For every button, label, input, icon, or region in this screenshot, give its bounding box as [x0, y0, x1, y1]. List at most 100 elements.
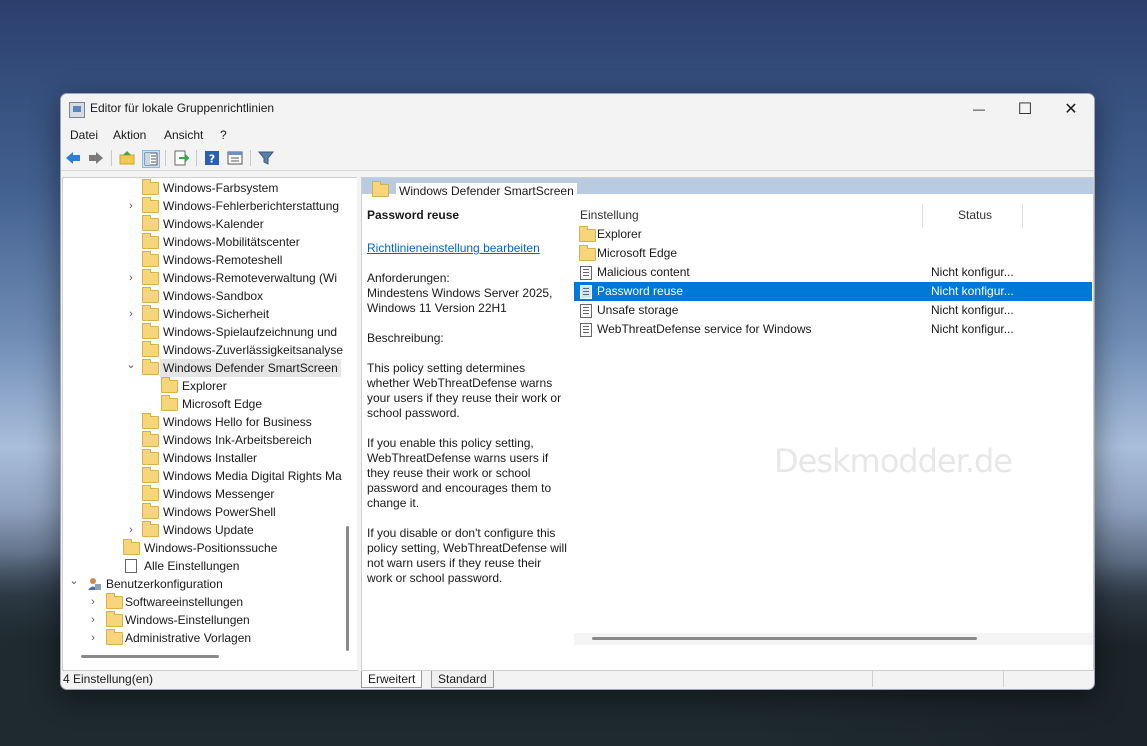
folder-icon: [161, 377, 178, 393]
tree-item[interactable]: Windows-Spielaufzeichnung und: [63, 323, 346, 341]
tree-pane[interactable]: Windows-Farbsystem › Windows-Fehlerbericht…: [62, 177, 358, 671]
list-row-name: Password reuse: [597, 284, 684, 298]
window-title: Editor für lokale Gruppenrichtlinien: [90, 101, 275, 115]
folder-icon: [142, 179, 159, 195]
tree-item[interactable]: Windows Messenger: [63, 485, 346, 503]
tree-item[interactable]: › Windows-Remoteverwaltung (Wi: [63, 269, 346, 287]
chevron-right-icon[interactable]: ›: [88, 593, 98, 611]
menu-view[interactable]: Ansicht: [164, 128, 203, 142]
list-header: Einstellung Status: [574, 200, 1093, 228]
back-icon[interactable]: [65, 150, 81, 166]
tree-item[interactable]: Windows-Farbsystem: [63, 179, 346, 197]
folder-icon: [142, 467, 159, 483]
filter-icon[interactable]: [258, 150, 274, 166]
column-header-setting[interactable]: Einstellung: [580, 208, 639, 222]
title-bar[interactable]: Editor für lokale Gruppenrichtlinien — ☐…: [61, 94, 1094, 124]
tree-item[interactable]: Alle Einstellungen: [63, 557, 346, 575]
maximize-button[interactable]: ☐: [1002, 94, 1048, 124]
chevron-right-icon[interactable]: ›: [126, 197, 136, 215]
tree-item[interactable]: ⌄ Windows Defender SmartScreen: [63, 359, 346, 377]
tree-item[interactable]: Windows Hello for Business: [63, 413, 346, 431]
chevron-down-icon[interactable]: ⌄: [126, 356, 136, 374]
menu-bar: Datei Aktion Ansicht ?: [61, 124, 1094, 146]
policy-title: Password reuse: [367, 208, 460, 222]
up-folder-icon[interactable]: [119, 150, 135, 166]
folder-icon: [142, 341, 159, 357]
folder-icon: [142, 503, 159, 519]
tree-item[interactable]: › Windows-Sicherheit: [63, 305, 346, 323]
tree-item-label: Windows PowerShell: [163, 505, 276, 519]
list-row[interactable]: Microsoft Edge: [574, 244, 1092, 263]
list-row[interactable]: Explorer: [574, 225, 1092, 244]
tree-item[interactable]: Windows Installer: [63, 449, 346, 467]
tree-item[interactable]: Windows PowerShell: [63, 503, 346, 521]
tree-horizontal-scroll-thumb[interactable]: [81, 655, 219, 658]
chevron-right-icon[interactable]: ›: [88, 611, 98, 629]
tree-item[interactable]: Windows-Positionssuche: [63, 539, 346, 557]
toolbar-divider: [111, 150, 112, 166]
folder-icon: [142, 485, 159, 501]
help-icon[interactable]: ?: [204, 150, 220, 166]
menu-file[interactable]: Datei: [70, 128, 98, 142]
tree-item[interactable]: Explorer: [63, 377, 346, 395]
list-row[interactable]: Unsafe storage Nicht konfigur...: [574, 301, 1092, 320]
list-scroll-thumb[interactable]: [592, 637, 977, 640]
tree-item[interactable]: › Softwareeinstellungen: [63, 593, 346, 611]
toolbar-divider: [165, 150, 166, 166]
minimize-button[interactable]: —: [956, 94, 1002, 124]
status-divider: [1003, 670, 1004, 687]
tree-item[interactable]: Windows-Sandbox: [63, 287, 346, 305]
forward-icon[interactable]: [88, 150, 104, 166]
properties-icon[interactable]: [227, 150, 243, 166]
folder-icon: [142, 359, 159, 375]
tree-item[interactable]: › Administrative Vorlagen: [63, 629, 346, 647]
tree-item-label: Windows-Fehlerberichterstattung: [163, 199, 340, 213]
description-label: Beschreibung:: [367, 331, 444, 345]
tree-scroll-thumb[interactable]: [346, 526, 349, 651]
chevron-right-icon[interactable]: ›: [126, 269, 136, 287]
edit-policy-link[interactable]: Richtlinieneinstellung bearbeiten: [367, 241, 540, 255]
description-paragraph-1: This policy setting determines whether W…: [367, 361, 562, 420]
menu-help[interactable]: ?: [220, 128, 227, 142]
export-list-icon[interactable]: [173, 150, 189, 166]
list-row[interactable]: WebThreatDefense service for Windows Nich…: [574, 320, 1092, 339]
chevron-right-icon[interactable]: ›: [88, 629, 98, 647]
list-row[interactable]: Password reuse Nicht konfigur...: [574, 282, 1092, 301]
minimize-icon: —: [973, 102, 985, 116]
details-pane: Windows Defender SmartScreen Password re…: [361, 177, 1094, 671]
requirements-text: Mindestens Windows Server 2025, Windows …: [367, 286, 553, 315]
column-header-status[interactable]: Status: [958, 208, 992, 222]
menu-action[interactable]: Aktion: [113, 128, 146, 142]
tree-item[interactable]: › Windows Update: [63, 521, 346, 539]
chevron-right-icon[interactable]: ›: [126, 305, 136, 323]
tree-item[interactable]: Windows-Zuverlässigkeitsanalyse: [63, 341, 346, 359]
close-icon: ✕: [1064, 101, 1078, 118]
list-row-name: Malicious content: [597, 265, 690, 279]
status-divider: [872, 670, 873, 687]
show-hide-tree-icon[interactable]: [142, 150, 160, 168]
tree-item-label: Windows-Remoteshell: [163, 253, 283, 267]
folder-icon: [142, 521, 159, 537]
tree-item[interactable]: › Windows-Fehlerberichterstattung: [63, 197, 346, 215]
tree-item[interactable]: Microsoft Edge: [63, 395, 346, 413]
folder-icon: [142, 323, 159, 339]
tree-item[interactable]: Windows Media Digital Rights Ma: [63, 467, 346, 485]
chevron-down-icon[interactable]: ⌄: [69, 572, 79, 590]
folder-icon: [579, 226, 596, 242]
chevron-right-icon[interactable]: ›: [126, 521, 136, 539]
tree-item-label: Windows Update: [163, 523, 254, 537]
tree-item[interactable]: Windows-Mobilitätscenter: [63, 233, 346, 251]
tree-item-label: Windows Ink-Arbeitsbereich: [163, 433, 312, 447]
tree-item-label: Softwareeinstellungen: [125, 595, 244, 609]
user-config-icon: [87, 577, 101, 590]
list-row[interactable]: Malicious content Nicht konfigur...: [574, 263, 1092, 282]
tree-item[interactable]: ⌄ Benutzerkonfiguration: [63, 575, 346, 593]
tree-item[interactable]: Windows-Kalender: [63, 215, 346, 233]
folder-icon: [579, 245, 596, 261]
close-button[interactable]: ✕: [1048, 94, 1094, 124]
tree-item-label: Windows-Spielaufzeichnung und: [163, 325, 338, 339]
tree-item[interactable]: Windows-Remoteshell: [63, 251, 346, 269]
tree-item[interactable]: Windows Ink-Arbeitsbereich: [63, 431, 346, 449]
folder-icon: [142, 269, 159, 285]
tree-item[interactable]: › Windows-Einstellungen: [63, 611, 346, 629]
